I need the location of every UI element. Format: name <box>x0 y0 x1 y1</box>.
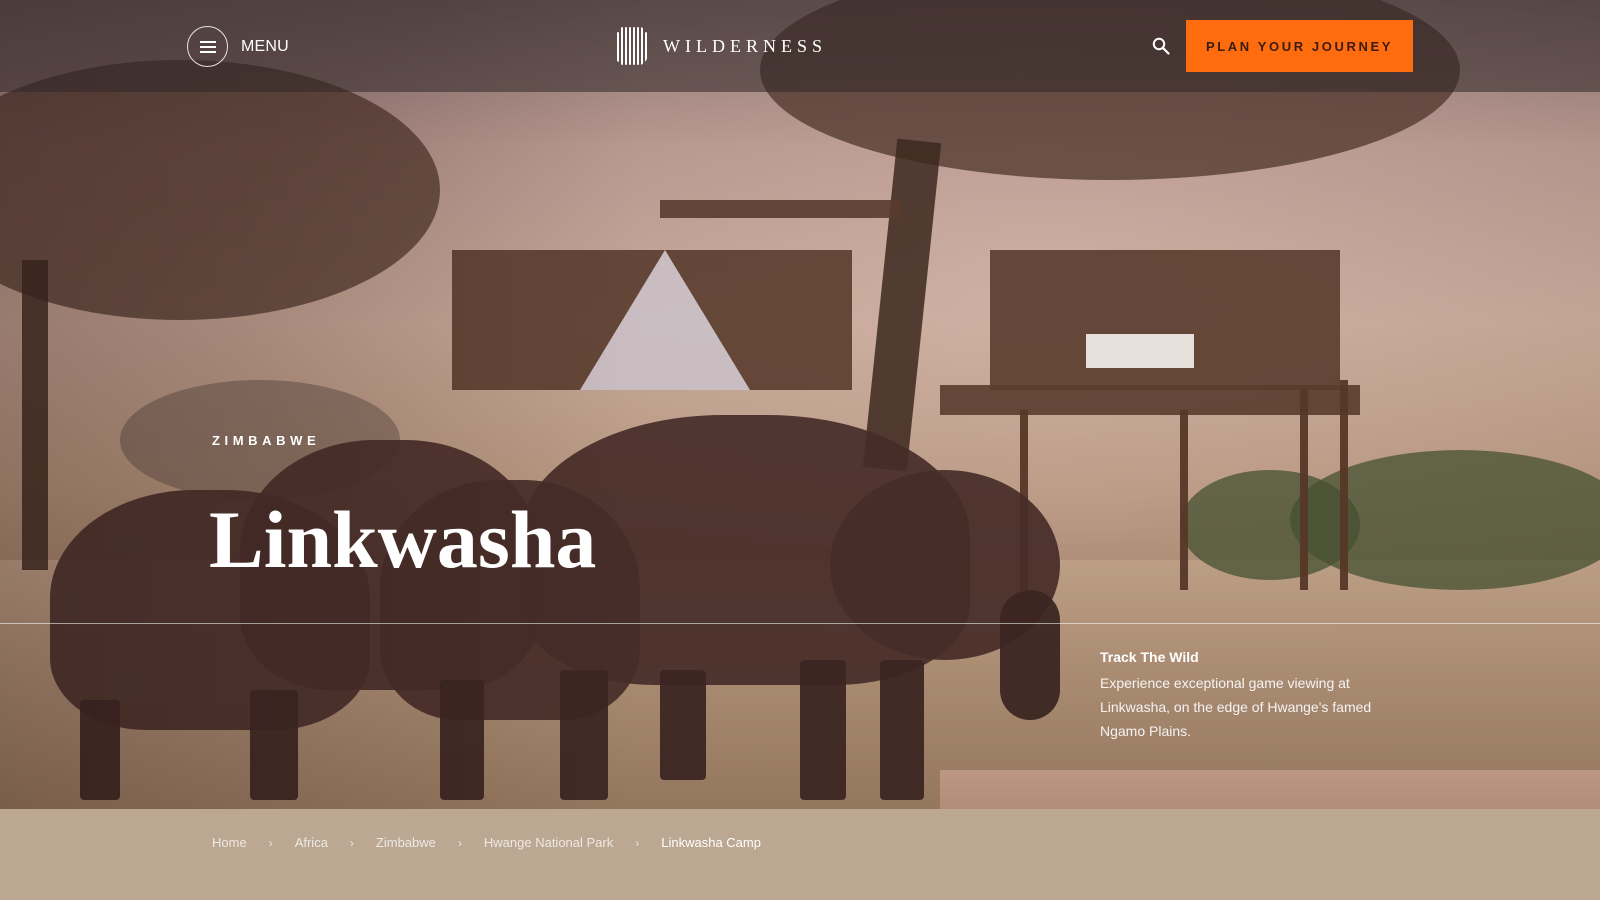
menu-label[interactable]: MENU <box>241 38 289 56</box>
wilderness-logo-mark-icon <box>612 24 651 68</box>
breadcrumb: Home › Africa › Zimbabwe › Hwange Nation… <box>212 835 761 850</box>
hero-divider <box>0 623 1600 624</box>
hero-feature: Track The Wild Experience exceptional ga… <box>1100 649 1400 743</box>
breadcrumb-link-home[interactable]: Home <box>212 835 247 850</box>
breadcrumb-link-zimbabwe[interactable]: Zimbabwe <box>376 835 436 850</box>
logo-text: WILDERNESS <box>663 35 827 56</box>
site-header: MENU WILDERNESS PLAN YOUR JOURNEY <box>0 0 1600 92</box>
breadcrumb-separator-icon: › <box>635 835 640 850</box>
breadcrumb-separator-icon: › <box>268 835 273 850</box>
search-icon[interactable] <box>1152 37 1170 55</box>
breadcrumb-link-hwange[interactable]: Hwange National Park <box>484 835 613 850</box>
breadcrumb-link-africa[interactable]: Africa <box>295 835 328 850</box>
page-title: Linkwasha <box>209 494 597 585</box>
breadcrumb-separator-icon: › <box>349 835 354 850</box>
hamburger-icon <box>199 40 216 53</box>
hero-country-label: ZIMBABWE <box>212 433 321 448</box>
feature-title: Track The Wild <box>1100 649 1199 665</box>
site-logo[interactable]: WILDERNESS <box>612 24 827 68</box>
breadcrumb-separator-icon: › <box>457 835 462 850</box>
breadcrumb-current: Linkwasha Camp <box>661 835 761 850</box>
plan-your-journey-button[interactable]: PLAN YOUR JOURNEY <box>1186 20 1413 72</box>
menu-button[interactable] <box>187 26 228 67</box>
feature-description: Experience exceptional game viewing at L… <box>1100 675 1372 739</box>
